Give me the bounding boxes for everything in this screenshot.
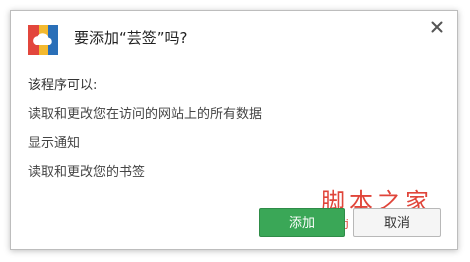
permission-item: 读取和更改您的书签 xyxy=(28,165,146,180)
yunqian-extension-icon xyxy=(28,25,58,55)
permission-item: 显示通知 xyxy=(28,136,81,151)
permission-item: 读取和更改您在访问的网站上的所有数据 xyxy=(28,107,263,122)
add-extension-button[interactable]: 添加 xyxy=(259,208,345,237)
extension-install-dialog: 要添加“芸签”吗? 该程序可以: 读取和更改您在访问的网站上的所有数据 显示通知… xyxy=(10,10,458,250)
permissions-heading: 该程序可以: xyxy=(28,78,98,93)
dialog-title: 要添加“芸签”吗? xyxy=(74,29,188,47)
close-icon[interactable] xyxy=(429,19,445,35)
cancel-button[interactable]: 取消 xyxy=(353,208,441,237)
